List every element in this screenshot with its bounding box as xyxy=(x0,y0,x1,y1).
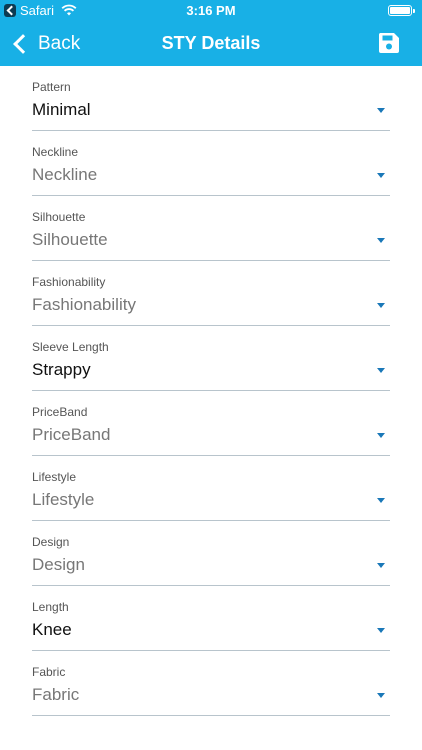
caret-down-icon[interactable] xyxy=(377,628,385,633)
dropdown-field-neckline[interactable]: Neckline Neckline xyxy=(32,131,390,196)
field-value[interactable]: Lifestyle xyxy=(32,490,94,510)
field-label: PriceBand xyxy=(32,405,88,419)
header-bar: Safari 3:16 PM Back STY Details xyxy=(0,0,422,66)
field-value[interactable]: Neckline xyxy=(32,165,97,185)
details-form: Pattern Minimal Neckline Neckline Silhouette… xyxy=(32,66,390,716)
caret-down-icon[interactable] xyxy=(377,563,385,568)
field-value[interactable]: Silhouette xyxy=(32,230,108,250)
field-label: Pattern xyxy=(32,80,71,94)
field-label: Silhouette xyxy=(32,210,86,224)
field-value[interactable]: Fabric xyxy=(32,685,79,705)
dropdown-field-sleeve-length[interactable]: Sleeve Length Strappy xyxy=(32,326,390,391)
dropdown-field-pattern[interactable]: Pattern Minimal xyxy=(32,66,390,131)
field-value[interactable]: Fashionability xyxy=(32,295,136,315)
field-label: Fashionability xyxy=(32,275,106,289)
dropdown-field-design[interactable]: Design Design xyxy=(32,521,390,586)
dropdown-field-length[interactable]: Length Knee xyxy=(32,586,390,651)
dropdown-field-priceband[interactable]: PriceBand PriceBand xyxy=(32,391,390,456)
field-label: Neckline xyxy=(32,145,79,159)
field-value[interactable]: Knee xyxy=(32,620,72,640)
dropdown-field-fabric[interactable]: Fabric Fabric xyxy=(32,651,390,716)
field-value[interactable]: Design xyxy=(32,555,85,575)
status-time: 3:16 PM xyxy=(186,3,236,18)
field-value[interactable]: Strappy xyxy=(32,360,91,380)
caret-down-icon[interactable] xyxy=(377,173,385,178)
caret-down-icon[interactable] xyxy=(377,693,385,698)
field-label: Lifestyle xyxy=(32,470,77,484)
caret-down-icon[interactable] xyxy=(377,433,385,438)
field-label: Fabric xyxy=(32,665,66,679)
field-value[interactable]: Minimal xyxy=(32,100,91,120)
navigation-bar: Back STY Details xyxy=(0,22,422,66)
page-title: STY Details xyxy=(161,33,261,53)
dropdown-field-fashionability[interactable]: Fashionability Fashionability xyxy=(32,261,390,326)
field-underline xyxy=(32,715,390,716)
field-label: Length xyxy=(32,600,69,614)
dropdown-field-lifestyle[interactable]: Lifestyle Lifestyle xyxy=(32,456,390,521)
status-bar: Safari 3:16 PM xyxy=(0,0,422,22)
caret-down-icon[interactable] xyxy=(377,108,385,113)
caret-down-icon[interactable] xyxy=(377,498,385,503)
dropdown-field-silhouette[interactable]: Silhouette Silhouette xyxy=(32,196,390,261)
field-value[interactable]: PriceBand xyxy=(32,425,110,445)
caret-down-icon[interactable] xyxy=(377,238,385,243)
field-label: Sleeve Length xyxy=(32,340,109,354)
caret-down-icon[interactable] xyxy=(377,303,385,308)
field-label: Design xyxy=(32,535,70,549)
battery-icon xyxy=(388,5,415,16)
caret-down-icon[interactable] xyxy=(377,368,385,373)
save-icon[interactable] xyxy=(378,32,400,54)
